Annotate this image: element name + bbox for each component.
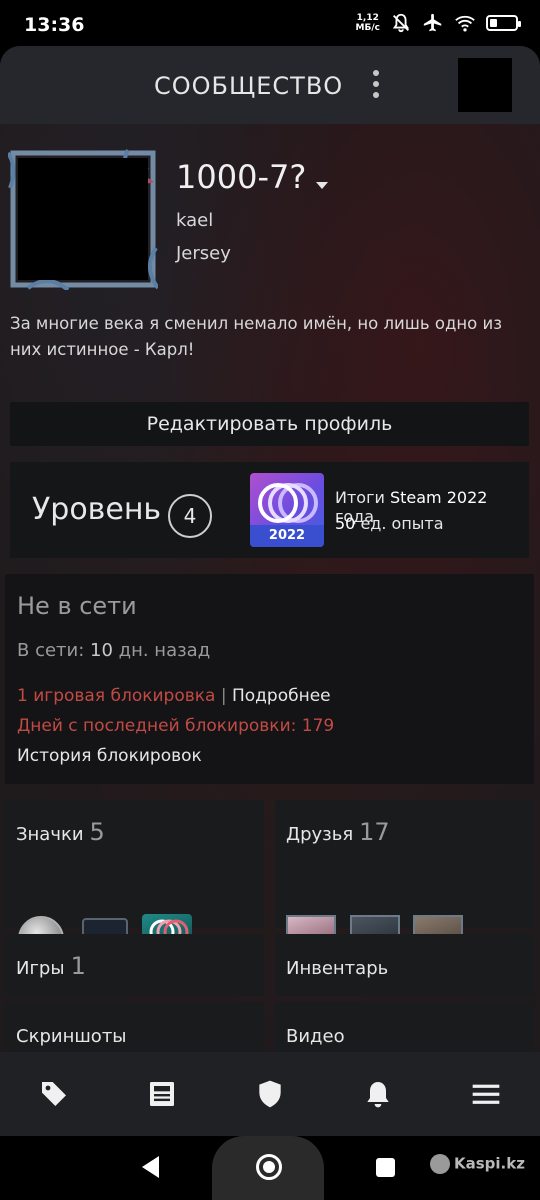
- shield-icon[interactable]: [254, 1078, 286, 1110]
- level-value: 4: [168, 494, 212, 538]
- games-tile[interactable]: Игры 1: [5, 934, 264, 996]
- avatar-image: [18, 158, 148, 280]
- bell-icon[interactable]: [362, 1078, 394, 1110]
- level-panel[interactable]: Уровень 4 2022 Итоги Steam 2022 года 50 …: [10, 462, 529, 558]
- page-title: СООБЩЕСТВО: [154, 72, 344, 100]
- tag-icon[interactable]: [38, 1078, 70, 1110]
- online-status: Не в сети: [17, 592, 137, 620]
- days-since-ban: Дней с последней блокировки: 179: [17, 716, 335, 736]
- status-bar: 13:36 1,12 МБ/с: [0, 0, 540, 50]
- badge-xp: 50 ед. опыта: [335, 514, 444, 533]
- screenshots-label: Скриншоты: [16, 1026, 127, 1047]
- mute-icon: [392, 13, 410, 33]
- badges-tile[interactable]: Значки 5: [5, 800, 264, 928]
- status-icons: 1,12 МБ/с: [355, 12, 521, 34]
- level-label: Уровень: [32, 492, 162, 527]
- inventory-tile[interactable]: Инвентарь: [275, 934, 534, 996]
- last-online: В сети: 10 дн. назад: [17, 640, 211, 661]
- watermark: Kaspi.kz: [430, 1154, 525, 1174]
- steam-2022-badge[interactable]: 2022: [250, 473, 324, 547]
- games-label: Игры 1: [16, 952, 86, 980]
- inventory-label: Инвентарь: [286, 958, 389, 979]
- system-nav: Kaspi.kz: [0, 1136, 540, 1200]
- location: Jersey: [176, 243, 231, 264]
- videos-label: Видео: [286, 1026, 345, 1047]
- network-speed: 1,12 МБ/с: [355, 13, 380, 33]
- battery-icon: [486, 15, 521, 31]
- steam-app: СООБЩЕСТВО 1000-7? kael Jersey За многие…: [0, 46, 540, 1136]
- game-ban-info: 1 игровая блокировка | Подробнее: [17, 686, 331, 706]
- bottom-nav: [0, 1052, 540, 1136]
- back-icon[interactable]: [142, 1156, 159, 1178]
- profile-summary: За многие века я сменил немало имён, но …: [10, 314, 502, 359]
- status-panel: Не в сети В сети: 10 дн. назад 1 игровая…: [5, 574, 534, 784]
- chevron-down-icon[interactable]: [316, 182, 328, 189]
- ban-details-link[interactable]: Подробнее: [232, 686, 331, 706]
- top-bar: СООБЩЕСТВО: [0, 46, 540, 124]
- ban-history-link[interactable]: История блокировок: [17, 746, 202, 766]
- friends-label: Друзья 17: [286, 818, 390, 846]
- recents-icon[interactable]: [376, 1158, 395, 1177]
- airplane-icon: [423, 13, 442, 32]
- wifi-icon: [455, 15, 475, 32]
- user-avatar[interactable]: [458, 58, 512, 112]
- profile-name[interactable]: 1000-7?: [176, 158, 306, 196]
- kaspi-logo-icon: [430, 1154, 450, 1174]
- news-icon[interactable]: [146, 1078, 178, 1110]
- kebab-icon[interactable]: [368, 70, 384, 100]
- edit-profile-button[interactable]: Редактировать профиль: [10, 402, 529, 446]
- menu-icon[interactable]: [470, 1078, 502, 1110]
- badges-label: Значки 5: [16, 818, 105, 846]
- friends-tile[interactable]: Друзья 17: [275, 800, 534, 928]
- profile-avatar: [8, 148, 158, 290]
- clock: 13:36: [24, 14, 85, 36]
- real-name: kael: [176, 210, 214, 231]
